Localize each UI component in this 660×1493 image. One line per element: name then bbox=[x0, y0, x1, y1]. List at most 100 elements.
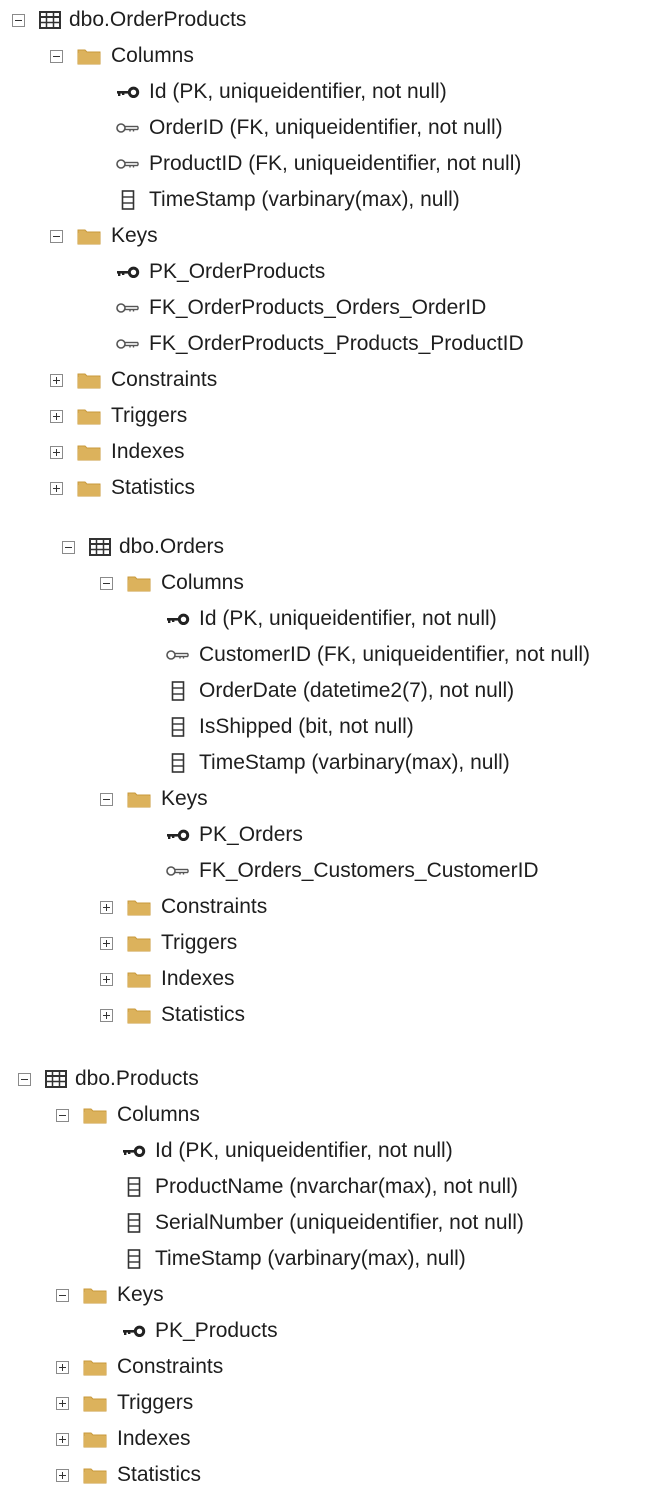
foreign-key-icon bbox=[164, 862, 192, 880]
collapse-toggle-icon[interactable] bbox=[56, 1108, 69, 1122]
tree-item-label: ProductID (FK, uniqueidentifier, not nul… bbox=[149, 152, 522, 175]
table-row[interactable]: dbo.OrderProducts bbox=[12, 2, 246, 38]
tree-item-label: FK_OrderProducts_Orders_OrderID bbox=[149, 296, 487, 319]
expand-toggle-icon[interactable] bbox=[50, 445, 63, 459]
folder-icon bbox=[77, 479, 101, 497]
tree-item-label: IsShipped (bit, not null) bbox=[199, 715, 414, 738]
folder-label: Statistics bbox=[111, 476, 196, 499]
collapse-toggle-icon[interactable] bbox=[100, 576, 113, 590]
folder-label: Constraints bbox=[161, 895, 268, 918]
tree-item[interactable]: TimeStamp (varbinary(max), null) bbox=[114, 182, 460, 218]
folder-icon bbox=[83, 1106, 107, 1124]
foreign-key-icon bbox=[114, 119, 142, 137]
collapse-toggle-icon[interactable] bbox=[18, 1072, 31, 1086]
collapse-toggle-icon[interactable] bbox=[56, 1288, 69, 1302]
tree-item[interactable]: PK_OrderProducts bbox=[114, 254, 325, 290]
folder-icon bbox=[77, 227, 101, 245]
tree-item-label: PK_OrderProducts bbox=[149, 260, 326, 283]
folder-statistics[interactable]: Statistics bbox=[100, 997, 245, 1033]
folder-icon bbox=[83, 1286, 107, 1304]
tree-item[interactable]: IsShipped (bit, not null) bbox=[164, 709, 414, 745]
tree-item[interactable]: Id (PK, uniqueidentifier, not null) bbox=[114, 74, 447, 110]
column-icon bbox=[120, 1213, 148, 1233]
foreign-key-icon bbox=[114, 155, 142, 173]
folder-indexes[interactable]: Indexes bbox=[100, 961, 235, 997]
tree-item-label: SerialNumber (uniqueidentifier, not null… bbox=[155, 1211, 524, 1234]
table-row[interactable]: dbo.Products bbox=[18, 1061, 199, 1097]
expand-toggle-icon[interactable] bbox=[100, 1008, 113, 1022]
collapse-toggle-icon[interactable] bbox=[50, 49, 63, 63]
folder-triggers[interactable]: Triggers bbox=[56, 1385, 193, 1421]
tree-item[interactable]: CustomerID (FK, uniqueidentifier, not nu… bbox=[164, 637, 590, 673]
folder-keys[interactable]: Keys bbox=[100, 781, 208, 817]
tree-item[interactable]: ProductName (nvarchar(max), not null) bbox=[120, 1169, 518, 1205]
primary-key-icon bbox=[114, 263, 142, 281]
folder-label: Columns bbox=[117, 1103, 200, 1126]
expand-toggle-icon[interactable] bbox=[100, 900, 113, 914]
folder-constraints[interactable]: Constraints bbox=[100, 889, 267, 925]
tree-item[interactable]: SerialNumber (uniqueidentifier, not null… bbox=[120, 1205, 524, 1241]
tree-item-label: TimeStamp (varbinary(max), null) bbox=[149, 188, 460, 211]
tree-item[interactable]: ProductID (FK, uniqueidentifier, not nul… bbox=[114, 146, 521, 182]
tree-item[interactable]: TimeStamp (varbinary(max), null) bbox=[120, 1241, 466, 1277]
folder-triggers[interactable]: Triggers bbox=[100, 925, 237, 961]
expand-toggle-icon[interactable] bbox=[56, 1360, 69, 1374]
folder-columns[interactable]: Columns bbox=[50, 38, 194, 74]
expand-toggle-icon[interactable] bbox=[100, 972, 113, 986]
folder-label: Statistics bbox=[117, 1463, 202, 1486]
folder-constraints[interactable]: Constraints bbox=[50, 362, 217, 398]
expand-toggle-icon[interactable] bbox=[100, 936, 113, 950]
table-name-label: dbo.Orders bbox=[119, 535, 225, 558]
folder-triggers[interactable]: Triggers bbox=[50, 398, 187, 434]
collapse-toggle-icon[interactable] bbox=[62, 540, 75, 554]
folder-label: Indexes bbox=[111, 440, 185, 463]
foreign-key-icon bbox=[164, 646, 192, 664]
collapse-toggle-icon[interactable] bbox=[50, 229, 63, 243]
expand-toggle-icon[interactable] bbox=[56, 1432, 69, 1446]
folder-label: Constraints bbox=[111, 368, 218, 391]
tree-item[interactable]: OrderID (FK, uniqueidentifier, not null) bbox=[114, 110, 503, 146]
folder-icon bbox=[127, 970, 151, 988]
tree-item[interactable]: TimeStamp (varbinary(max), null) bbox=[164, 745, 510, 781]
tree-item[interactable]: Id (PK, uniqueidentifier, not null) bbox=[164, 601, 497, 637]
expand-toggle-icon[interactable] bbox=[56, 1468, 69, 1482]
expand-toggle-icon[interactable] bbox=[56, 1396, 69, 1410]
folder-label: Indexes bbox=[161, 967, 235, 990]
expand-toggle-icon[interactable] bbox=[50, 481, 63, 495]
folder-constraints[interactable]: Constraints bbox=[56, 1349, 223, 1385]
tree-item[interactable]: FK_OrderProducts_Orders_OrderID bbox=[114, 290, 486, 326]
tree-item[interactable]: FK_Orders_Customers_CustomerID bbox=[164, 853, 539, 889]
tree-item-label: CustomerID (FK, uniqueidentifier, not nu… bbox=[199, 643, 591, 666]
folder-columns[interactable]: Columns bbox=[56, 1097, 200, 1133]
tree-item[interactable]: PK_Products bbox=[120, 1313, 278, 1349]
folder-label: Keys bbox=[117, 1283, 164, 1306]
column-icon bbox=[120, 1177, 148, 1197]
primary-key-icon bbox=[114, 83, 142, 101]
tree-item[interactable]: PK_Orders bbox=[164, 817, 303, 853]
expand-toggle-icon[interactable] bbox=[50, 409, 63, 423]
folder-indexes[interactable]: Indexes bbox=[56, 1421, 191, 1457]
folder-indexes[interactable]: Indexes bbox=[50, 434, 185, 470]
column-icon bbox=[164, 717, 192, 737]
expand-toggle-icon[interactable] bbox=[50, 373, 63, 387]
table-row[interactable]: dbo.Orders bbox=[62, 529, 224, 565]
folder-icon bbox=[77, 371, 101, 389]
collapse-toggle-icon[interactable] bbox=[100, 792, 113, 806]
folder-icon bbox=[83, 1358, 107, 1376]
primary-key-icon bbox=[164, 610, 192, 628]
tree-item[interactable]: OrderDate (datetime2(7), not null) bbox=[164, 673, 514, 709]
tree-item[interactable]: FK_OrderProducts_Products_ProductID bbox=[114, 326, 524, 362]
folder-keys[interactable]: Keys bbox=[56, 1277, 164, 1313]
table-name-label: dbo.OrderProducts bbox=[69, 8, 247, 31]
table-icon bbox=[39, 11, 61, 29]
folder-keys[interactable]: Keys bbox=[50, 218, 158, 254]
column-icon bbox=[164, 753, 192, 773]
tree-item[interactable]: Id (PK, uniqueidentifier, not null) bbox=[120, 1133, 453, 1169]
folder-statistics[interactable]: Statistics bbox=[50, 470, 195, 506]
collapse-toggle-icon[interactable] bbox=[12, 13, 25, 27]
folder-columns[interactable]: Columns bbox=[100, 565, 244, 601]
folder-icon bbox=[77, 407, 101, 425]
foreign-key-icon bbox=[114, 335, 142, 353]
tree-item-label: OrderDate (datetime2(7), not null) bbox=[199, 679, 515, 702]
folder-icon bbox=[127, 790, 151, 808]
